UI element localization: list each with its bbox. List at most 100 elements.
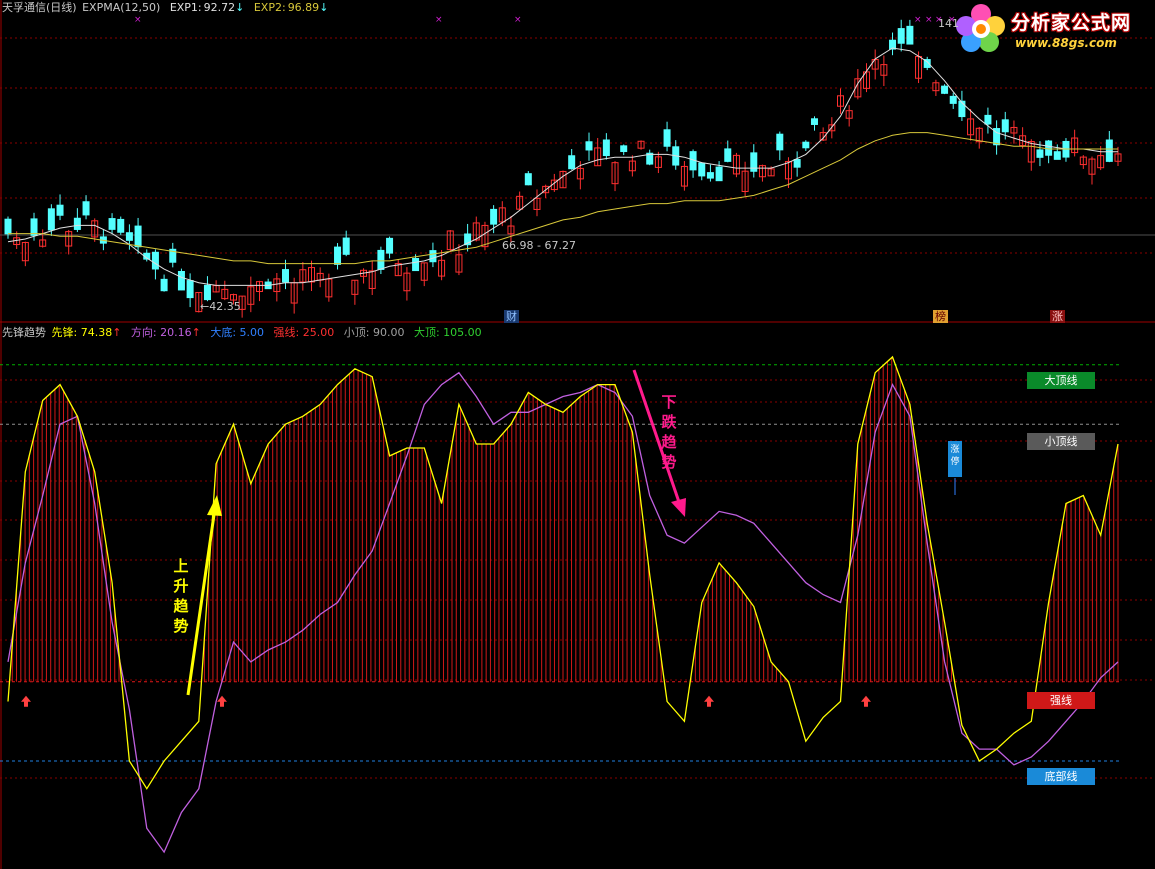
candle — [1010, 120, 1018, 144]
candle — [360, 268, 368, 284]
candle-body — [47, 208, 55, 231]
level-lines — [0, 364, 1120, 762]
candle — [845, 105, 853, 127]
down-trend-label: 下跌趋势 — [661, 393, 677, 471]
candle-body — [177, 270, 185, 291]
candle — [993, 120, 1001, 155]
candle — [585, 132, 593, 161]
up-trend-label: 上升趋势 — [173, 557, 189, 635]
candle — [221, 280, 229, 301]
candle — [169, 242, 177, 268]
candle-body — [810, 118, 818, 125]
price-low-label: ←42.35 — [200, 300, 241, 313]
dadi-value: 大底: 5.00 — [210, 326, 265, 339]
candle — [637, 140, 645, 150]
candle — [316, 267, 324, 288]
candle-body — [134, 225, 142, 248]
event-cai-badge[interactable]: 财 — [504, 310, 519, 323]
candle-body — [429, 250, 437, 263]
candle — [776, 131, 784, 161]
candle — [793, 151, 801, 177]
up-trend-arrow-head — [207, 495, 222, 516]
xianfeng-value: 先锋: 74.38 — [51, 326, 113, 339]
candle-body — [984, 114, 992, 125]
site-logo: 分析家公式网 www.88gs.com — [955, 2, 1151, 54]
candle-body — [82, 201, 90, 216]
candle-body — [706, 172, 714, 179]
candle-body — [897, 28, 905, 44]
candle — [65, 229, 73, 255]
range-label: 66.98 - 67.27 — [502, 239, 576, 252]
event-zhang-badge[interactable]: 涨 — [1050, 310, 1065, 323]
logo-url[interactable]: www.88gs.com — [1015, 36, 1117, 50]
candle — [932, 79, 940, 96]
candle — [446, 230, 454, 252]
candle — [21, 241, 29, 267]
candle — [82, 195, 90, 220]
candle-body — [151, 251, 159, 270]
candle — [203, 276, 211, 302]
event-bang-badge[interactable]: 榜 — [933, 310, 948, 323]
candle — [732, 152, 740, 178]
candle — [810, 116, 818, 131]
candle — [594, 137, 602, 167]
candle — [117, 216, 125, 235]
candle — [134, 217, 142, 254]
candle — [1019, 127, 1027, 149]
candle — [646, 149, 654, 166]
candle-body — [715, 166, 723, 182]
candle — [975, 126, 983, 149]
candle — [255, 280, 263, 302]
candle-body — [160, 278, 168, 292]
candle-body — [56, 204, 64, 216]
qiangxian-tag: 强线 — [1027, 692, 1095, 709]
chart-canvas: × × × × × × × — [0, 0, 1155, 869]
candle — [177, 268, 185, 291]
candle-body — [585, 141, 593, 151]
candle — [802, 140, 810, 151]
candle-body — [776, 133, 784, 151]
candle-body — [906, 25, 914, 45]
exp2-label: EXP2: — [253, 1, 286, 14]
indicator-title[interactable]: 先锋趋势 — [2, 326, 46, 339]
candle — [906, 19, 914, 45]
candle — [949, 92, 957, 109]
candle — [620, 144, 628, 156]
candle-body — [342, 237, 350, 255]
candle-body — [1045, 140, 1053, 156]
candle — [758, 164, 766, 182]
fangxiang-arrow: ↑ — [191, 326, 201, 339]
candle — [56, 194, 64, 221]
candle-body — [108, 218, 116, 230]
candle — [663, 121, 671, 152]
dibu-tag: 底部线 — [1027, 768, 1095, 785]
candle — [837, 88, 844, 114]
candle — [750, 144, 758, 178]
candle — [186, 273, 194, 308]
fangxiang-value: 方向: 20.16 — [130, 326, 192, 339]
candle — [698, 162, 706, 181]
dading-tag: 大顶线 — [1027, 372, 1095, 389]
top-x-marker: × — [914, 15, 922, 25]
stock-title[interactable]: 天孚通信(日线) — [2, 1, 77, 14]
candle-body — [334, 246, 342, 265]
candle-body — [802, 141, 810, 149]
candle-body — [203, 284, 211, 301]
candle — [741, 161, 749, 197]
flower-logo-icon — [956, 4, 1005, 52]
buy-signal-icon — [21, 695, 31, 707]
candle — [1062, 138, 1070, 162]
candle — [941, 84, 949, 95]
down-trend-arrow-head — [671, 498, 686, 517]
candle — [1097, 146, 1105, 171]
candle-body — [377, 249, 385, 270]
candle-body — [793, 159, 801, 168]
price-header: 天孚通信(日线) EXPMA(12,50) EXP1: 92.72↓ EXP2: 9… — [2, 1, 334, 15]
candle — [403, 267, 411, 301]
buy-signal-icon — [861, 695, 871, 707]
buy-signal-icon — [217, 695, 227, 707]
candle-body — [698, 162, 706, 177]
limit-up-badge[interactable]: 涨停 — [948, 441, 962, 477]
candle-body — [602, 139, 610, 157]
xiaoding-tag: 小顶线 — [1027, 433, 1095, 450]
